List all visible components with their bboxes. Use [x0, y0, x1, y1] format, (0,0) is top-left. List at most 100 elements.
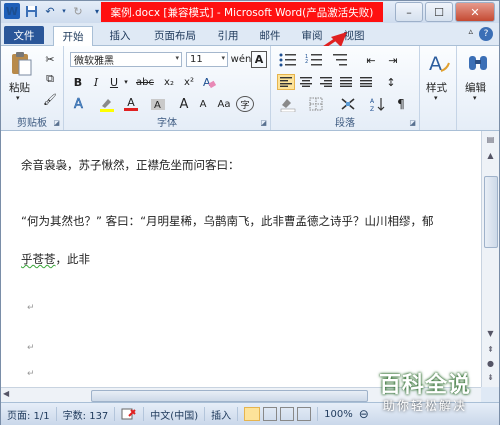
editing-label[interactable]: 编辑	[465, 80, 486, 95]
undo-dropdown-icon[interactable]: ▾	[61, 3, 67, 19]
shading-icon[interactable]: A	[148, 96, 168, 112]
align-center-button[interactable]	[297, 74, 315, 90]
binoculars-icon[interactable]	[465, 50, 491, 76]
subscript-button[interactable]: x₂	[160, 74, 178, 90]
enclose-characters-button[interactable]: 字	[236, 96, 254, 112]
format-painter-icon[interactable]: 🖌	[43, 92, 57, 106]
insert-mode[interactable]: 插入	[205, 407, 239, 422]
font-color-letter: A	[127, 96, 135, 109]
clear-formatting-icon[interactable]: A	[200, 74, 218, 90]
close-button[interactable]: ✕	[455, 2, 495, 22]
svg-text:2: 2	[305, 59, 308, 65]
horizontal-scroll-thumb[interactable]	[91, 390, 368, 402]
bold-button[interactable]: B	[70, 74, 86, 90]
editing-group: 编辑 ▾	[457, 46, 499, 130]
numbering-icon[interactable]: 12	[303, 52, 325, 68]
paragraph-3: 乎苍苍，此非	[21, 251, 90, 267]
underline-button[interactable]: U	[106, 74, 122, 90]
save-icon[interactable]	[23, 3, 39, 19]
grow-font-button[interactable]: A	[174, 96, 194, 112]
previous-page-icon[interactable]: ⇞	[482, 343, 499, 357]
svg-text:A: A	[370, 98, 375, 105]
styles-dropdown-icon[interactable]: ▾	[434, 94, 438, 102]
chinese-layout-icon[interactable]	[337, 96, 359, 112]
sort-icon[interactable]: AZ	[367, 96, 389, 112]
font-launcher-icon[interactable]: ◪	[260, 119, 267, 127]
minimize-ribbon-icon[interactable]: ▵	[468, 27, 473, 37]
scroll-left-icon[interactable]: ◀	[3, 389, 9, 398]
strikethrough-button[interactable]: abc	[134, 74, 156, 90]
page-count[interactable]: 页面: 1/1	[1, 407, 57, 422]
vertical-scroll-thumb[interactable]	[484, 176, 498, 248]
redo-icon[interactable]: ↻	[70, 3, 86, 19]
clipboard-launcher-icon[interactable]: ◪	[53, 119, 60, 127]
window-title: 案例.docx [兼容模式] - Microsoft Word(产品激活失败)	[101, 2, 383, 22]
align-right-button[interactable]	[317, 74, 335, 90]
tab-references[interactable]: 引用	[209, 26, 247, 44]
styles-icon[interactable]: A	[426, 50, 452, 76]
font-color-swatch	[124, 108, 138, 111]
vertical-scrollbar[interactable]: ▤ ▲ ▼ ⇞ ● ⇟	[481, 131, 499, 387]
word-count[interactable]: 字数: 137	[57, 407, 116, 422]
scroll-up-icon[interactable]: ▲	[482, 149, 499, 163]
align-left-button[interactable]	[277, 74, 295, 90]
underline-dropdown-icon[interactable]: ▾	[122, 74, 130, 90]
chevron-down-icon: ▾	[221, 54, 225, 62]
paste-icon[interactable]	[7, 50, 35, 78]
maximize-button[interactable]: ☐	[425, 2, 453, 22]
copy-icon[interactable]: ⧉	[43, 72, 57, 86]
highlight-color-icon[interactable]	[96, 96, 118, 112]
italic-button[interactable]: I	[88, 74, 104, 90]
tab-file[interactable]: 文件	[4, 26, 44, 44]
paragraph-shading-icon[interactable]	[277, 96, 299, 112]
change-case-icon[interactable]: Aa	[214, 96, 234, 112]
styles-group: A 样式 ▾	[420, 46, 457, 130]
zoom-level[interactable]: 100%	[318, 407, 359, 421]
styles-label[interactable]: 样式	[426, 80, 447, 95]
multilevel-list-icon[interactable]	[329, 52, 351, 68]
web-layout-icon[interactable]	[280, 407, 295, 421]
font-name-combo[interactable]: 微软雅黑 ▾	[70, 52, 182, 67]
tab-home[interactable]: 开始	[53, 26, 93, 46]
minimize-button[interactable]: –	[395, 2, 423, 22]
watermark-subtitle: 助你轻松解决	[383, 399, 468, 413]
paragraph-launcher-icon[interactable]: ◪	[409, 119, 416, 127]
tab-insert[interactable]: 插入	[101, 26, 139, 44]
tab-page-layout[interactable]: 页面布局	[145, 26, 205, 44]
line-spacing-icon[interactable]: ↕	[381, 74, 401, 90]
view-buttons	[238, 407, 319, 421]
document-page[interactable]: 余音袅袅，苏子愀然，正襟危坐而问客曰： “何为其然也？” 客曰：“月明星稀，乌鹊…	[1, 131, 481, 387]
shrink-font-button[interactable]: A	[194, 96, 212, 112]
word-logo-icon[interactable]: W	[4, 3, 20, 19]
borders-icon[interactable]	[305, 96, 327, 112]
full-screen-reading-icon[interactable]	[263, 407, 278, 421]
zoom-out-icon[interactable]: ⊖	[359, 407, 369, 421]
justify-button[interactable]	[337, 74, 355, 90]
phonetic-guide-button[interactable]: wén	[231, 51, 252, 68]
cut-icon[interactable]: ✂	[43, 52, 57, 66]
scroll-down-icon[interactable]: ▼	[482, 327, 499, 341]
text-effects-icon[interactable]: A	[70, 96, 92, 112]
help-icon[interactable]: ?	[479, 27, 493, 41]
editing-dropdown-icon[interactable]: ▾	[473, 94, 477, 102]
font-color-button[interactable]: A	[120, 96, 142, 112]
ruler-toggle-icon[interactable]: ▤	[482, 133, 499, 147]
increase-indent-icon[interactable]: ⇥	[383, 52, 403, 68]
show-marks-icon[interactable]: ¶	[391, 96, 411, 112]
bullets-icon[interactable]	[277, 52, 299, 68]
paste-dropdown-icon[interactable]: ▾	[16, 94, 20, 102]
language-indicator[interactable]: 中文(中国)	[144, 407, 206, 422]
decrease-indent-icon[interactable]: ⇤	[361, 52, 381, 68]
paragraph-mark: ↵	[27, 369, 35, 379]
proofing-icon[interactable]	[115, 407, 145, 421]
svg-text:A: A	[203, 76, 211, 89]
window-controls: – ☐ ✕	[395, 2, 495, 22]
superscript-button[interactable]: x²	[180, 74, 198, 90]
character-border-button[interactable]: A	[251, 51, 267, 68]
undo-icon[interactable]: ↶	[42, 3, 58, 19]
outline-view-icon[interactable]	[297, 407, 312, 421]
distributed-align-button[interactable]	[357, 74, 375, 90]
print-layout-icon[interactable]	[244, 407, 261, 421]
font-size-combo[interactable]: 11 ▾	[186, 52, 228, 67]
paste-label[interactable]: 粘贴	[9, 80, 30, 95]
